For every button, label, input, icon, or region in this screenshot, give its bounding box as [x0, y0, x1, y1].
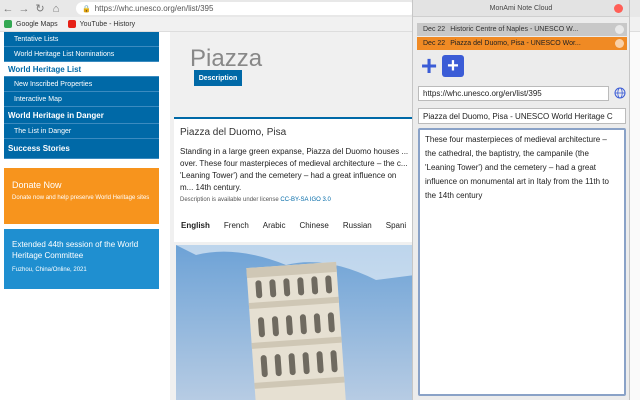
delete-icon[interactable] [615, 25, 624, 34]
tab-description[interactable]: Description [194, 70, 242, 86]
donate-panel[interactable]: Donate Now Donate now and help preserve … [4, 168, 159, 224]
reload-icon[interactable]: ↻ [32, 1, 48, 17]
sidebar-item-nominations[interactable]: World Heritage List Nominations [4, 47, 159, 62]
lang-arabic[interactable]: Arabic [256, 221, 293, 230]
note-date: Dec 22 [423, 26, 446, 33]
note-cloud-window: MonAmi Note Cloud Dec 22 Historic Centre… [412, 0, 630, 400]
sidebar-nav: Tentative Lists World Heritage List Nomi… [4, 32, 159, 159]
left-sidebar: Tentative Lists World Heritage List Nomi… [4, 32, 159, 289]
url-field[interactable]: https://whc.unesco.org/en/list/395 [418, 86, 609, 101]
note-item-selected[interactable]: Dec 22 Piazza del Duomo, Pisa - UNESCO W… [417, 37, 627, 50]
page-title: Piazza [190, 45, 263, 72]
donate-title: Donate Now [12, 180, 62, 190]
bookmark-google-maps[interactable]: Google Maps [4, 20, 58, 28]
bookmark-youtube-history[interactable]: YouTube - History [67, 20, 135, 28]
map-pin-icon [4, 20, 12, 28]
sidebar-item-list-in-danger[interactable]: The List in Danger [4, 124, 159, 139]
session-title: Extended 44th session of the World Herit… [12, 240, 139, 260]
note-cloud-titlebar[interactable]: MonAmi Note Cloud [413, 0, 629, 17]
main-content: Piazza del Duomo, Pisa Standing in a lar… [170, 32, 415, 400]
lock-icon: 🔒 [82, 5, 91, 13]
add-controls: + + [418, 52, 464, 80]
address-text: https://whc.unesco.org/en/list/395 [94, 4, 214, 13]
forward-icon[interactable]: → [16, 1, 32, 17]
back-icon[interactable]: ← [0, 1, 16, 17]
note-list: Dec 22 Historic Centre of Naples - UNESC… [417, 23, 627, 51]
lang-chinese[interactable]: Chinese [292, 221, 335, 230]
sidebar-item-in-danger[interactable]: World Heritage in Danger [4, 107, 159, 124]
sidebar-item-new-inscribed[interactable]: New Inscribed Properties [4, 77, 159, 92]
sidebar-item-tentative-lists[interactable]: Tentative Lists [4, 32, 159, 47]
note-title: Historic Centre of Naples - UNESCO W... [450, 26, 579, 33]
session-panel[interactable]: Extended 44th session of the World Herit… [4, 229, 159, 289]
donate-text: Donate now and help preserve World Herit… [12, 195, 150, 201]
close-icon[interactable] [614, 4, 623, 13]
add-note-box-icon[interactable]: + [442, 55, 464, 77]
note-textarea[interactable]: These four masterpieces of medieval arch… [418, 128, 626, 396]
address-bar[interactable]: 🔒 https://whc.unesco.org/en/list/395 [76, 2, 416, 15]
home-icon[interactable]: ⌂ [48, 1, 64, 17]
site-description: Standing in a large green expanse, Piazz… [180, 147, 409, 192]
window-title: MonAmi Note Cloud [489, 4, 553, 12]
delete-icon[interactable] [615, 39, 624, 48]
leaning-tower-photo [176, 245, 415, 400]
lang-english[interactable]: English [174, 221, 217, 230]
sidebar-item-world-heritage-list[interactable]: World Heritage List [4, 62, 159, 77]
license-line: Description is available under license C… [180, 197, 331, 203]
sidebar-item-success-stories[interactable]: Success Stories [4, 139, 159, 159]
screenshot-root: ← → ↻ ⌂ 🔒 https://whc.unesco.org/en/list… [0, 0, 640, 400]
session-place: Fuzhou, China/Online, 2021 [12, 267, 87, 273]
add-note-icon[interactable]: + [418, 52, 440, 80]
lang-french[interactable]: French [217, 221, 256, 230]
note-item[interactable]: Dec 22 Historic Centre of Naples - UNESC… [417, 23, 627, 36]
tower-illustration [176, 245, 415, 400]
globe-icon[interactable] [614, 87, 626, 99]
lang-spanish[interactable]: Spani [379, 221, 413, 230]
title-field[interactable]: Piazza del Duomo, Pisa - UNESCO World He… [418, 108, 626, 124]
sidebar-item-interactive-map[interactable]: Interactive Map [4, 92, 159, 107]
license-link[interactable]: CC-BY-SA IGO 3.0 [280, 197, 330, 203]
site-name: Piazza del Duomo, Pisa [180, 127, 287, 138]
note-title: Piazza del Duomo, Pisa - UNESCO Wor... [450, 40, 581, 47]
youtube-icon [67, 20, 76, 28]
lang-russian[interactable]: Russian [336, 221, 379, 230]
note-date: Dec 22 [423, 40, 446, 47]
language-tabs: English French Arabic Chinese Russian Sp… [174, 217, 415, 233]
